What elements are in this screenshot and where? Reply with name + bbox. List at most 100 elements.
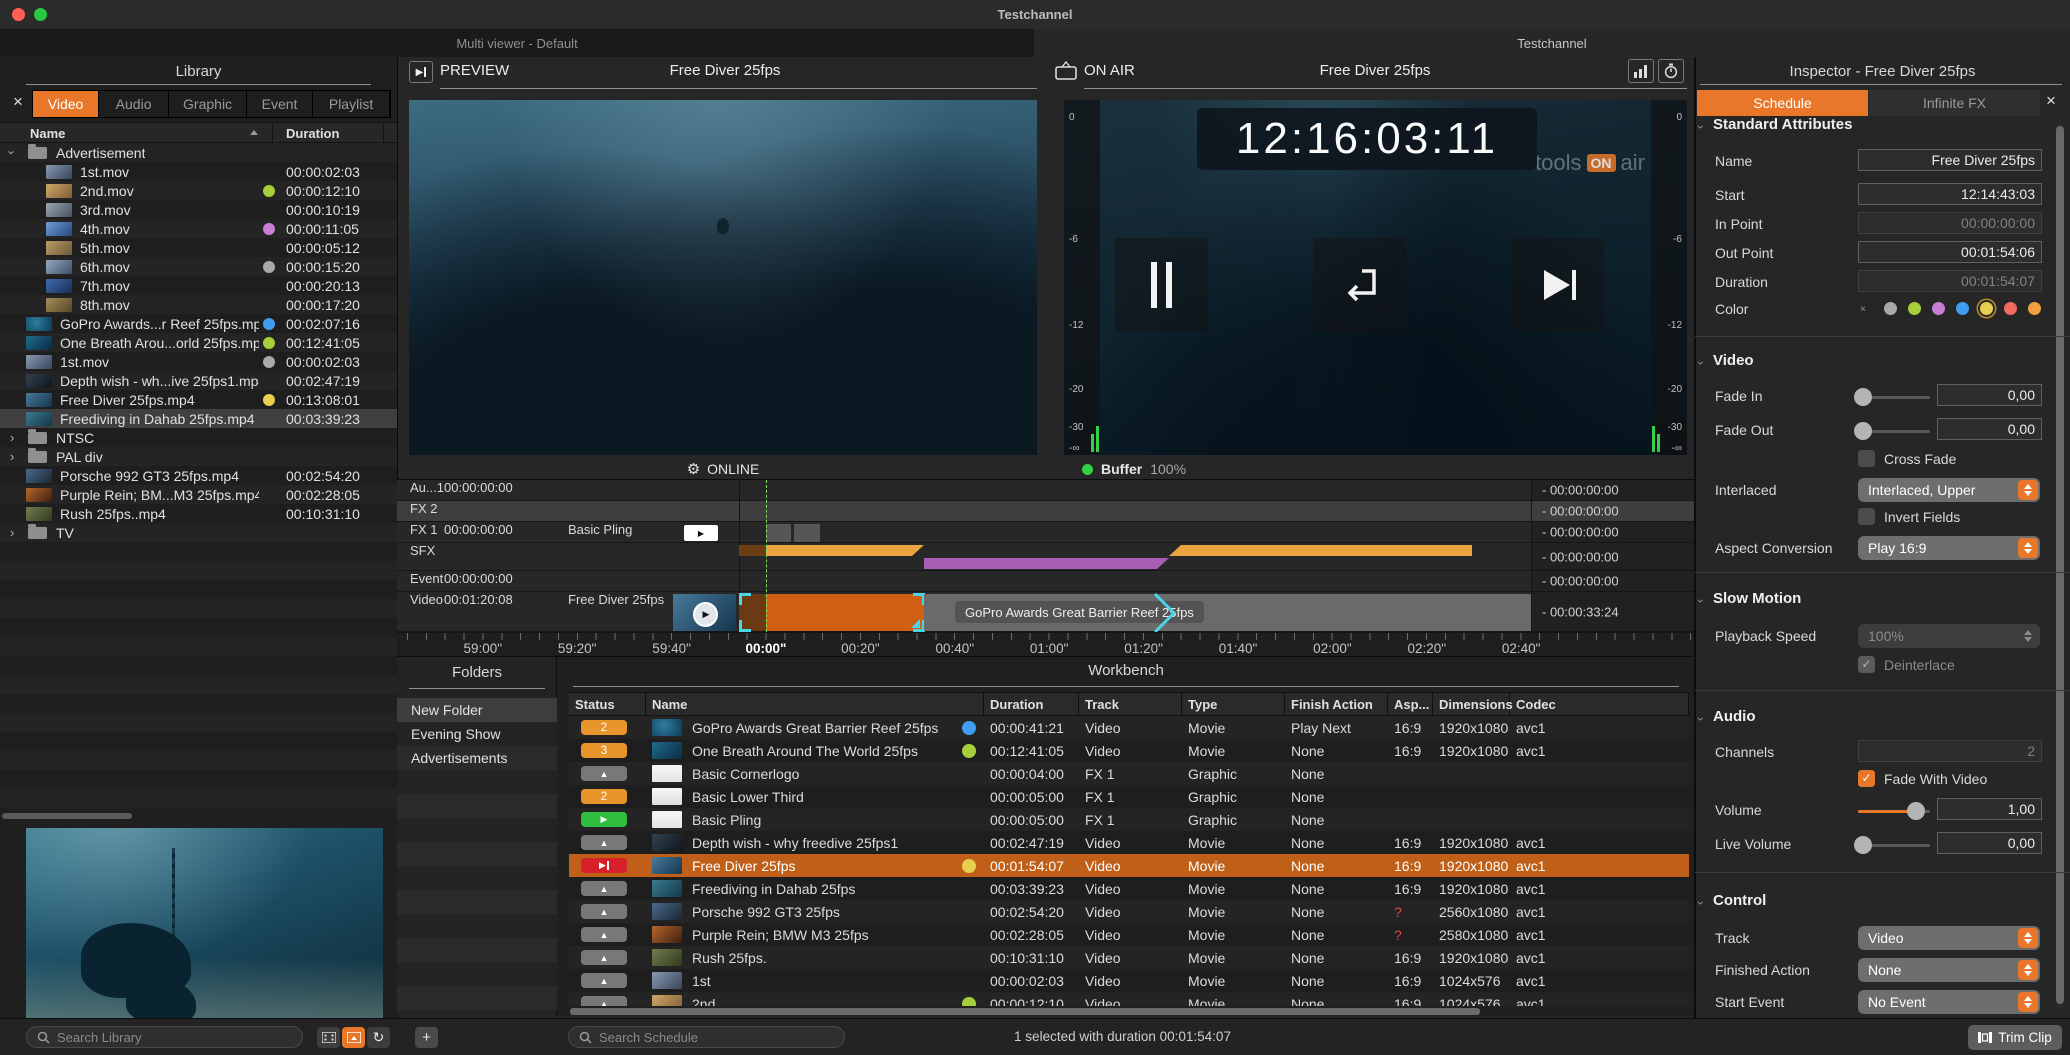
library-row[interactable]: 5th.mov00:00:05:12 <box>0 238 397 257</box>
fx1-clip[interactable] <box>794 524 820 542</box>
workbench-row[interactable]: 2Basic Lower Third00:00:05:00FX 1Graphic… <box>569 785 1689 808</box>
chevron-down-icon[interactable]: › <box>1694 717 1708 721</box>
start-event-dropdown[interactable]: No Event <box>1858 990 2040 1014</box>
out-point-field[interactable]: 00:01:54:06 <box>1858 241 2042 263</box>
cross-fade-checkbox[interactable] <box>1858 450 1875 467</box>
volume-value[interactable]: 1,00 <box>1937 798 2042 820</box>
library-row[interactable]: 8th.mov00:00:17:20 <box>0 295 397 314</box>
window-tab-testchannel[interactable]: Testchannel <box>1034 29 2070 57</box>
timeline-track-fx2[interactable]: FX 2- 00:00:00:00 <box>397 501 1695 522</box>
list-view-button[interactable] <box>317 1027 340 1048</box>
video-clip-current[interactable] <box>766 594 924 631</box>
inspector-scrollbar[interactable] <box>2056 124 2064 1008</box>
workbench-row[interactable]: ▲Rush 25fps.00:10:31:10VideoMovieNone16:… <box>569 946 1689 969</box>
status-badge-up[interactable]: ▲ <box>581 927 627 942</box>
pause-button[interactable] <box>1115 238 1208 331</box>
tab-graphic[interactable]: Graphic <box>169 91 247 117</box>
loop-button[interactable] <box>1313 238 1406 331</box>
status-badge-up[interactable]: ▲ <box>581 973 627 988</box>
workbench-row[interactable]: ▲Basic Cornerlogo00:00:04:00FX 1GraphicN… <box>569 762 1689 785</box>
workbench-row[interactable]: ▲Purple Rein; BMW M3 25fps00:02:28:05Vid… <box>569 923 1689 946</box>
live-volume-slider[interactable] <box>1858 844 1930 847</box>
status-badge-up[interactable]: ▲ <box>581 950 627 965</box>
column-track[interactable]: Track <box>1079 693 1182 715</box>
library-row[interactable]: ›NTSC <box>0 428 397 447</box>
live-volume-value[interactable]: 0,00 <box>1937 832 2042 854</box>
onair-video[interactable]: tools ON air 12:16:03:11 0-6-12-20-30-∞ … <box>1064 100 1687 455</box>
window-tab-multiviewer[interactable]: Multi viewer - Default <box>0 29 1035 57</box>
section-video[interactable]: Video <box>1713 352 1754 369</box>
library-row[interactable]: Freediving in Dahab 25fps.mp400:03:39:23 <box>0 409 397 428</box>
finished-action-dropdown[interactable]: None <box>1858 958 2040 982</box>
status-badge-up[interactable]: ▲ <box>581 904 627 919</box>
column-duration[interactable]: Duration <box>984 693 1079 715</box>
color-option-red[interactable] <box>2004 302 2017 315</box>
status-badge-play[interactable]: ▶ <box>581 812 627 827</box>
status-badge-up[interactable]: ▲ <box>581 996 627 1006</box>
workbench-row[interactable]: ▲Depth wish - why freedive 25fps100:02:4… <box>569 831 1689 854</box>
library-row[interactable]: One Breath Arou...orld 25fps.mp400:12:41… <box>0 333 397 352</box>
chevron-down-icon[interactable]: › <box>1694 361 1708 365</box>
color-option-blue[interactable] <box>1956 302 1969 315</box>
column-name[interactable]: Name <box>30 126 65 141</box>
library-row[interactable]: ›PAL div <box>0 447 397 466</box>
library-row[interactable]: 1st.mov00:00:02:03 <box>0 162 397 181</box>
workbench-row[interactable]: ▶Basic Pling00:00:05:00FX 1GraphicNone <box>569 808 1689 831</box>
folder-item[interactable]: Advertisements <box>397 746 557 770</box>
status-badge-up[interactable]: ▲ <box>581 835 627 850</box>
column-status[interactable]: Status <box>569 693 646 715</box>
interlaced-dropdown[interactable]: Interlaced, Upper <box>1858 478 2040 502</box>
library-row[interactable]: 6th.mov00:00:15:20 <box>0 257 397 276</box>
workbench-row[interactable]: ▲1st00:00:02:03VideoMovieNone16:91024x57… <box>569 969 1689 992</box>
column-finishaction[interactable]: Finish Action <box>1285 693 1388 715</box>
color-option-yellow[interactable] <box>1980 302 1993 315</box>
library-row[interactable]: Rush 25fps..mp400:10:31:10 <box>0 504 397 523</box>
schedule-search-input[interactable] <box>597 1029 834 1046</box>
library-search-input[interactable] <box>55 1029 292 1046</box>
color-option-purple[interactable] <box>1932 302 1945 315</box>
color-none-option[interactable]: × <box>1860 304 1866 315</box>
sfx-clip-amber[interactable] <box>1169 545 1472 556</box>
aspect-conversion-dropdown[interactable]: Play 16:9 <box>1858 536 2040 560</box>
status-badge-up[interactable]: ▲ <box>581 881 627 896</box>
timeline-ruler[interactable]: 59:00"59:20"59:40"00:00"00:20"00:40"01:0… <box>397 632 1695 656</box>
volume-slider[interactable] <box>1858 810 1930 813</box>
tab-infinite-fx[interactable]: Infinite FX <box>1869 90 2040 116</box>
refresh-button[interactable]: ↻ <box>367 1027 390 1048</box>
fx1-play-button[interactable]: ▶ <box>684 525 718 541</box>
section-audio[interactable]: Audio <box>1713 708 1756 725</box>
inspector-close-icon[interactable]: × <box>2046 91 2056 111</box>
audio-meter-toggle-icon[interactable] <box>1628 59 1654 83</box>
fx1-clip[interactable] <box>766 524 791 542</box>
out-point-marker[interactable] <box>1152 592 1178 634</box>
name-field[interactable]: Free Diver 25fps <box>1858 149 2042 171</box>
disclosure-icon[interactable]: › <box>10 449 14 464</box>
workbench-row[interactable]: 3One Breath Around The World 25fps00:12:… <box>569 739 1689 762</box>
library-row[interactable]: Depth wish - wh...ive 25fps1.mp400:02:47… <box>0 371 397 390</box>
sfx-clip-purple[interactable] <box>924 558 1169 569</box>
preview-pane-button[interactable] <box>342 1027 365 1048</box>
onair-tv-icon[interactable] <box>1054 60 1078 81</box>
preview-video[interactable] <box>409 100 1037 455</box>
library-row[interactable]: 2nd.mov00:00:12:10 <box>0 181 397 200</box>
disclosure-icon[interactable]: › <box>5 150 20 154</box>
workbench-row[interactable]: 2GoPro Awards Great Barrier Reef 25fps00… <box>569 716 1689 739</box>
library-row[interactable]: GoPro Awards...r Reef 25fps.mp400:02:07:… <box>0 314 397 333</box>
timeline-track-event[interactable]: Event00:00:00:00- 00:00:00:00 <box>397 571 1695 592</box>
workbench-hscrollbar[interactable] <box>570 1008 1480 1015</box>
column-name[interactable]: Name <box>646 693 984 715</box>
folder-item[interactable]: New Folder <box>397 698 557 722</box>
disclosure-icon[interactable]: › <box>10 525 14 540</box>
fade-with-video-checkbox[interactable]: ✓ <box>1858 770 1875 787</box>
color-option-green[interactable] <box>1908 302 1921 315</box>
library-row[interactable]: ›Advertisement <box>0 143 397 162</box>
trim-clip-button[interactable]: Trim Clip <box>1968 1025 2062 1050</box>
status-badge-count[interactable]: 2 <box>581 789 627 804</box>
column-type[interactable]: Type <box>1182 693 1285 715</box>
workbench-row[interactable]: ▲Freediving in Dahab 25fps00:03:39:23Vid… <box>569 877 1689 900</box>
library-hscrollbar[interactable] <box>2 813 132 819</box>
section-standard-attributes[interactable]: Standard Attributes <box>1713 116 1852 133</box>
library-close-icon[interactable]: × <box>8 92 28 112</box>
chevron-down-icon[interactable]: › <box>1694 125 1708 129</box>
add-folder-button[interactable]: + <box>415 1027 438 1048</box>
